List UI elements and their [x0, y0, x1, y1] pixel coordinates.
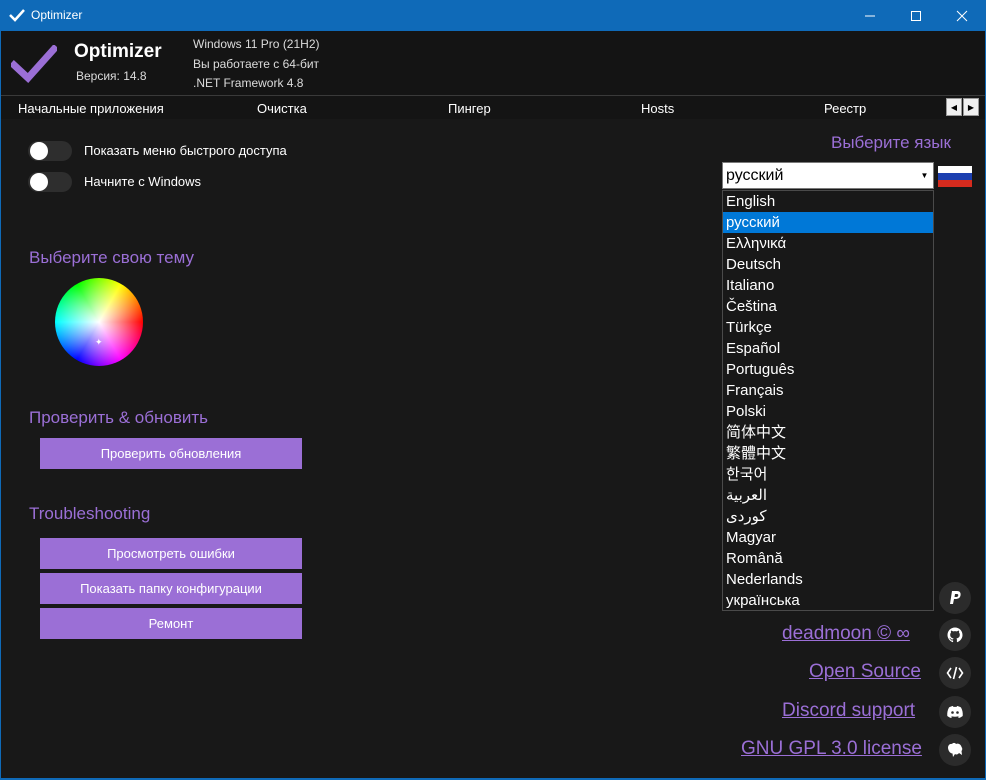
paypal-button[interactable] [939, 582, 971, 614]
language-option[interactable]: كوردی [723, 506, 933, 527]
tab-scroll-right-button[interactable]: ▶ [963, 98, 979, 116]
maximize-button[interactable] [893, 0, 939, 31]
language-select[interactable]: русский ▼ [722, 162, 934, 189]
gnu-button[interactable] [939, 734, 971, 766]
tab-scroll-left-button[interactable]: ◀ [946, 98, 962, 116]
discord-icon [947, 706, 963, 718]
language-option[interactable]: 한국어 [723, 464, 933, 485]
discord-support-link[interactable]: Discord support [782, 700, 915, 722]
language-option[interactable]: Deutsch [723, 254, 933, 275]
tab-bar: Начальные приложения Очистка Пингер Host… [1, 95, 985, 119]
language-option[interactable]: Italiano [723, 275, 933, 296]
theme-color-wheel[interactable]: ✦ [55, 278, 143, 366]
quick-access-label: Показать меню быстрого доступа [84, 143, 287, 158]
os-info: Windows 11 Pro (21H2) [193, 37, 320, 51]
language-section-title: Выберите язык [831, 133, 951, 152]
tab-registry[interactable]: Реестр [824, 101, 866, 116]
tab-hosts[interactable]: Hosts [641, 101, 674, 116]
toggle-knob [30, 142, 48, 160]
tab-cleanup[interactable]: Очистка [257, 101, 307, 116]
chevron-down-icon[interactable]: ▼ [917, 164, 932, 187]
open-source-link[interactable]: Open Source [809, 661, 921, 683]
check-updates-button[interactable]: Проверить обновления [40, 438, 302, 469]
toggle-knob [30, 173, 48, 191]
language-option-selected[interactable]: русский [723, 212, 933, 233]
russia-flag-icon [938, 166, 972, 187]
window-title: Optimizer [31, 8, 83, 22]
author-link[interactable]: deadmoon © ∞ [782, 623, 910, 645]
maximize-icon [911, 10, 921, 21]
app-header: Optimizer Версия: 14.8 Windows 11 Pro (2… [1, 31, 985, 95]
language-option[interactable]: Polski [723, 401, 933, 422]
language-option[interactable]: Türkçe [723, 317, 933, 338]
startup-label: Начните с Windows [84, 174, 202, 189]
language-option[interactable]: українська [723, 590, 933, 611]
code-button[interactable] [939, 657, 971, 689]
code-icon [946, 666, 964, 680]
arch-info: Вы работаете с 64-бит [193, 57, 320, 71]
language-option[interactable]: Português [723, 359, 933, 380]
app-name: Optimizer [74, 41, 162, 62]
gnu-icon [948, 742, 963, 757]
language-option[interactable]: Čeština [723, 296, 933, 317]
language-option[interactable]: Nederlands [723, 569, 933, 590]
license-link[interactable]: GNU GPL 3.0 license [741, 738, 922, 760]
quick-access-toggle[interactable] [28, 141, 72, 161]
close-button[interactable] [939, 0, 985, 31]
language-option[interactable]: Ελληνικά [723, 233, 933, 254]
language-dropdown-list[interactable]: English русский Ελληνικά Deutsch Italian… [722, 190, 934, 611]
minimize-button[interactable] [847, 0, 893, 31]
github-button[interactable] [939, 619, 971, 651]
tab-pinger[interactable]: Пингер [448, 101, 491, 116]
discord-button[interactable] [939, 696, 971, 728]
update-section-title: Проверить & обновить [29, 408, 209, 427]
paypal-icon [950, 591, 961, 604]
github-icon [947, 627, 963, 643]
language-option[interactable]: Español [723, 338, 933, 359]
language-option[interactable]: 繁體中文 [723, 443, 933, 464]
repair-button[interactable]: Ремонт [40, 608, 302, 639]
view-errors-button[interactable]: Просмотреть ошибки [40, 538, 302, 569]
minimize-icon [865, 15, 875, 16]
tab-startup[interactable]: Начальные приложения [18, 101, 164, 116]
color-picker-marker[interactable]: ✦ [95, 338, 103, 347]
theme-section-title: Выберите свою тему [29, 248, 194, 267]
language-option[interactable]: English [723, 191, 933, 212]
language-option[interactable]: العربية [723, 485, 933, 506]
language-option[interactable]: 简体中文 [723, 422, 933, 443]
troubleshooting-section-title: Troubleshooting [29, 504, 151, 523]
app-version: Версия: 14.8 [76, 69, 147, 83]
title-bar: Optimizer [0, 0, 986, 31]
language-option[interactable]: Français [723, 380, 933, 401]
main-window: Optimizer Версия: 14.8 Windows 11 Pro (2… [1, 31, 985, 778]
startup-toggle[interactable] [28, 172, 72, 192]
language-option[interactable]: Română [723, 548, 933, 569]
close-icon [956, 10, 968, 21]
language-option[interactable]: Magyar [723, 527, 933, 548]
framework-info: .NET Framework 4.8 [193, 76, 304, 90]
language-select-value: русский [726, 167, 784, 184]
show-config-folder-button[interactable]: Показать папку конфигурации [40, 573, 302, 604]
checkmark-icon [9, 9, 25, 22]
app-logo-checkmark-icon [11, 45, 57, 83]
